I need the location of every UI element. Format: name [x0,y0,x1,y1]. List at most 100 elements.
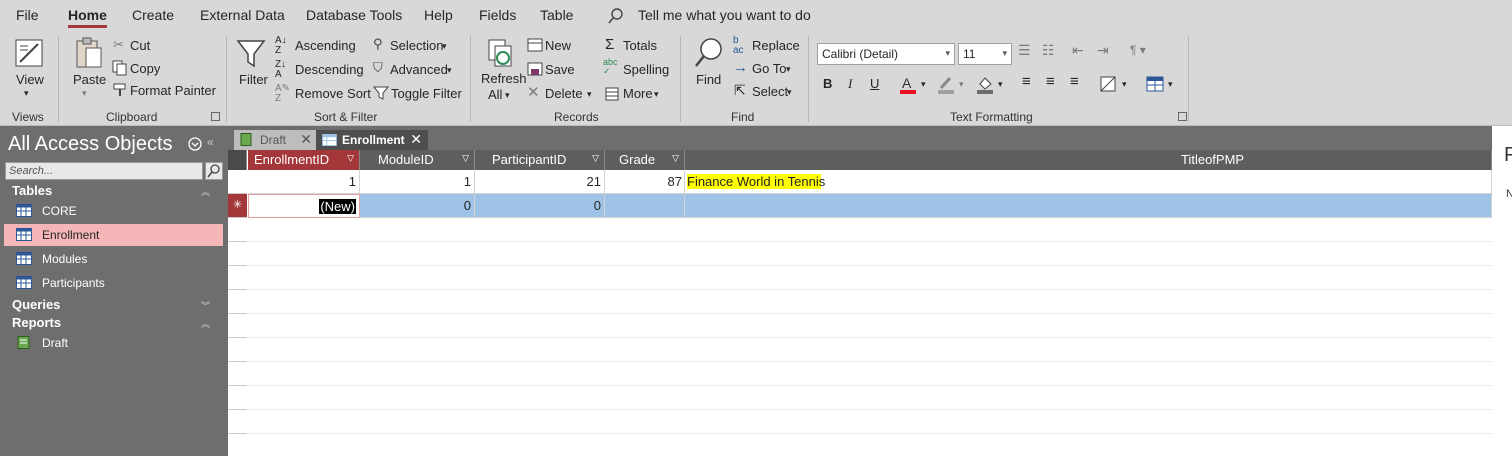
view-button[interactable]: View [16,72,44,87]
view-dropdown-icon[interactable]: ▾ [24,88,29,99]
spelling-button[interactable]: Spelling [623,62,669,77]
refresh-all-button[interactable]: Refresh [481,71,527,86]
column-header-moduleid[interactable]: ModuleID ▽ [360,150,475,170]
cell-participantid-new[interactable]: 0 [475,194,605,218]
cut-button[interactable]: Cut [130,38,150,53]
font-size-select[interactable]: 11 ▾ [958,43,1012,65]
menu-fields[interactable]: Fields [479,7,516,23]
align-center-icon[interactable]: ≡ [1046,73,1055,90]
copy-button[interactable]: Copy [130,61,160,76]
clipboard-launcher-icon[interactable] [211,112,220,121]
find-button[interactable]: Find [696,72,721,87]
menu-database-tools[interactable]: Database Tools [306,7,402,23]
remove-sort-button[interactable]: Remove Sort [295,86,371,101]
chevron-down-icon[interactable]: ▽ [592,153,599,164]
align-left-icon[interactable]: ≡ [1022,73,1031,90]
tab-draft[interactable]: Draft ✕ [234,130,318,150]
descending-button[interactable]: Descending [295,62,364,77]
menu-external-data[interactable]: External Data [200,7,285,23]
paste-dropdown-icon[interactable]: ▾ [82,88,87,99]
nav-item-core[interactable]: CORE [4,200,223,222]
more-dropdown-icon[interactable]: ▾ [654,89,659,100]
expand-icon[interactable]: ︾ [201,299,210,312]
cell-grade-new[interactable] [605,194,685,218]
font-color-icon[interactable]: A [899,75,917,95]
bold-button[interactable]: B [823,76,832,91]
nav-item-participants[interactable]: Participants [4,272,223,294]
fill-color-dropdown-icon[interactable]: ▾ [998,79,1003,90]
italic-button[interactable]: I [848,76,852,92]
column-header-enrollmentid[interactable]: EnrollmentID ▽ [248,150,360,170]
column-header-grade[interactable]: Grade ▽ [605,150,685,170]
tell-me-input[interactable]: Tell me what you want to do [638,7,811,23]
more-button[interactable]: More [623,86,653,101]
chevron-down-icon[interactable]: ▽ [672,153,679,164]
alternate-row-dropdown-icon[interactable]: ▾ [1122,79,1127,90]
goto-button[interactable]: Go To [752,61,786,76]
nav-item-enrollment[interactable]: Enrollment [4,224,223,246]
cell-participantid[interactable]: 21 [475,170,605,194]
nav-search-input[interactable]: Search... [5,162,203,180]
increase-indent-icon[interactable]: ⇥ [1097,42,1109,59]
numbered-list-icon[interactable]: ☷ [1042,42,1055,59]
cell-titleofpmp[interactable]: Finance World in Tennis [685,170,1492,194]
ascending-button[interactable]: Ascending [295,38,356,53]
tab-enrollment[interactable]: Enrollment ✕ [316,130,428,150]
collapse-icon[interactable]: ︽ [201,317,210,330]
gridlines-icon[interactable] [1146,76,1164,92]
menu-table[interactable]: Table [540,7,573,23]
shutter-bar-close-icon[interactable]: « [207,135,214,149]
decrease-indent-icon[interactable]: ⇤ [1072,42,1084,59]
alternate-row-color-icon[interactable] [1100,76,1116,92]
paste-button[interactable]: Paste [73,72,106,87]
chevron-down-icon[interactable]: ▽ [347,153,354,164]
filter-button[interactable]: Filter [239,72,268,87]
close-icon[interactable]: ✕ [410,131,422,148]
font-name-select[interactable]: Calibri (Detail) ▾ [817,43,955,65]
cell-grade[interactable]: 87 [605,170,685,194]
nav-category-tables[interactable]: Tables [12,183,52,198]
highlight-dropdown-icon[interactable]: ▾ [959,79,964,90]
nav-item-modules[interactable]: Modules [4,248,223,270]
paragraph-icon[interactable]: ¶ ▾ [1130,43,1146,57]
column-header-participantid[interactable]: ParticipantID ▽ [475,150,605,170]
collapse-icon[interactable]: ︽ [201,185,210,198]
delete-button[interactable]: Delete [545,86,583,101]
selection-button[interactable]: Selection [390,38,443,53]
close-icon[interactable]: ✕ [300,131,312,148]
gridlines-dropdown-icon[interactable]: ▾ [1168,79,1173,90]
menu-file[interactable]: File [16,7,39,23]
bullet-list-icon[interactable]: ☰ [1018,42,1031,59]
menu-home[interactable]: Home [68,7,107,28]
advanced-dropdown-icon[interactable]: ▾ [447,65,452,76]
cell-enrollmentid-new[interactable]: (New) [248,194,360,218]
align-right-icon[interactable]: ≡ [1070,73,1079,90]
menu-help[interactable]: Help [424,7,453,23]
font-color-dropdown-icon[interactable]: ▾ [921,79,926,90]
nav-item-draft-report[interactable]: Draft [4,332,223,354]
format-painter-button[interactable]: Format Painter [130,83,216,98]
select-all-corner[interactable] [228,150,247,170]
select-dropdown-icon[interactable]: ▾ [787,87,792,98]
cell-moduleid-new[interactable]: 0 [360,194,475,218]
toggle-filter-button[interactable]: Toggle Filter [391,86,462,101]
selection-dropdown-icon[interactable]: ▾ [442,41,447,52]
nav-category-reports[interactable]: Reports [12,315,61,330]
record-selector[interactable] [228,170,247,194]
search-icon[interactable] [205,162,223,180]
cell-titleofpmp-new[interactable] [685,194,1492,218]
replace-button[interactable]: Replace [752,38,800,53]
underline-button[interactable]: U [870,76,879,91]
nav-category-queries[interactable]: Queries [12,297,60,312]
select-button[interactable]: Select [752,84,788,99]
new-button[interactable]: New [545,38,571,53]
cell-enrollmentid[interactable]: 1 [248,170,360,194]
delete-dropdown-icon[interactable]: ▾ [587,89,592,100]
text-formatting-launcher-icon[interactable] [1178,112,1187,121]
refresh-dropdown-icon[interactable]: ▾ [505,90,510,101]
menu-create[interactable]: Create [132,7,174,23]
new-record-selector[interactable]: ✳ [228,194,247,218]
totals-button[interactable]: Totals [623,38,657,53]
highlight-color-icon[interactable] [937,75,955,95]
advanced-button[interactable]: Advanced [390,62,448,77]
